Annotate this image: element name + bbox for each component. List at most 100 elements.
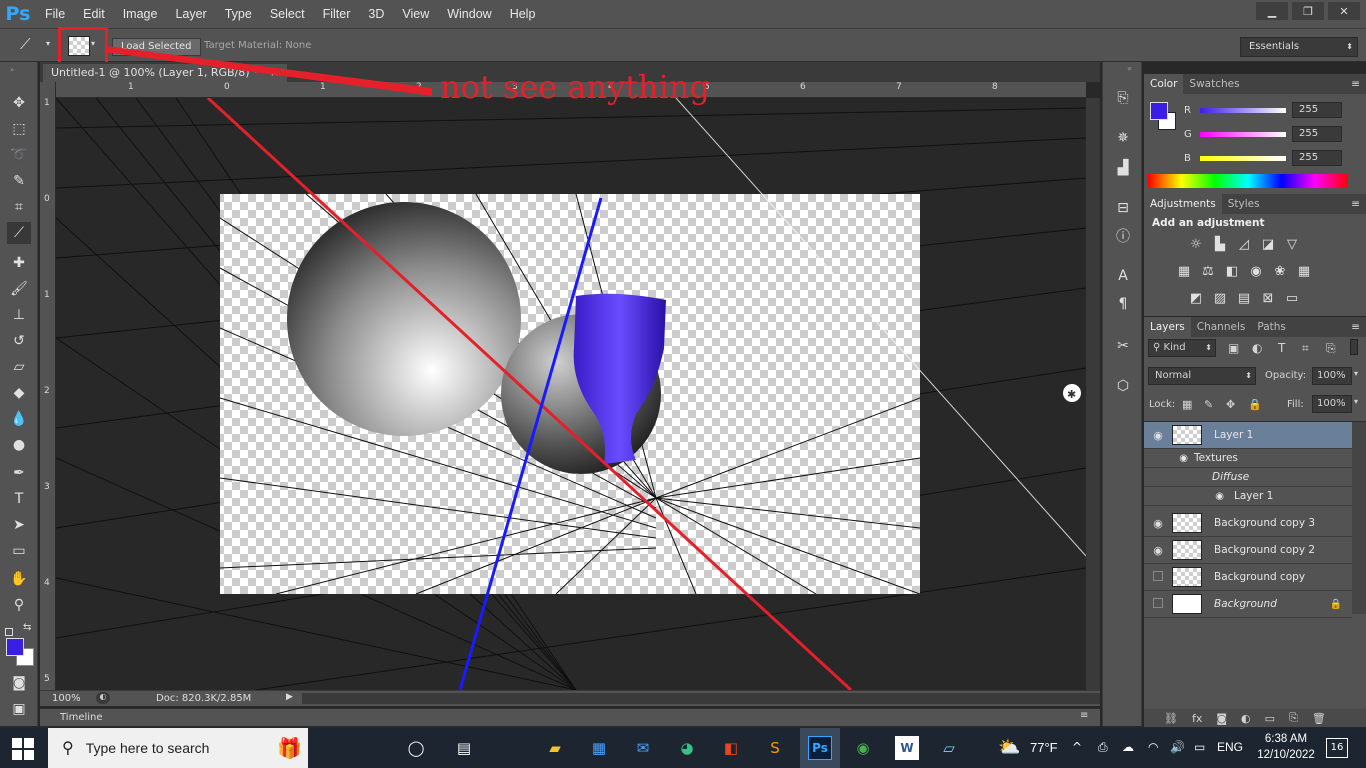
volume-icon[interactable]: 🔊	[1170, 740, 1185, 754]
link-layers-icon[interactable]: ⛓	[1164, 712, 1178, 725]
fx-icon[interactable]: fx	[1192, 712, 1202, 725]
clock[interactable]: 6:38 AM 12/10/2022	[1256, 731, 1316, 763]
3d-object-icon[interactable]: ⬡	[1113, 376, 1133, 396]
file-explorer-icon[interactable]: ▰	[543, 736, 567, 760]
tool-presets-icon[interactable]: ✂	[1113, 336, 1133, 356]
layer-name[interactable]: Background copy 2	[1214, 544, 1315, 556]
channel-mixer-icon[interactable]: ❀	[1270, 262, 1290, 280]
filter-toggle[interactable]	[1350, 339, 1358, 355]
smart-object-filter-icon[interactable]: ⎘	[1326, 341, 1336, 356]
layers-scrollbar[interactable]	[1352, 422, 1366, 614]
paragraph-icon[interactable]: ¶	[1113, 294, 1133, 314]
eye-icon[interactable]: ◉	[1144, 491, 1224, 502]
tab-adjustments[interactable]: Adjustments	[1144, 194, 1222, 214]
layer-row[interactable]: ◉ Background copy 3	[1144, 510, 1352, 537]
layer-name[interactable]: Background copy	[1214, 571, 1305, 583]
tab-swatches[interactable]: Swatches	[1183, 74, 1245, 94]
taskbar-search[interactable]: ⚲ Type here to search 🎁	[48, 728, 308, 768]
wifi-icon[interactable]: ◠	[1148, 740, 1158, 754]
layer-row[interactable]: ◉ Textures	[1144, 449, 1352, 468]
red-slider[interactable]	[1200, 107, 1286, 113]
task-view-icon[interactable]: ◯	[404, 736, 428, 760]
3d-panel-icon[interactable]: ✵	[1113, 128, 1133, 148]
photo-filter-icon[interactable]: ◉	[1246, 262, 1266, 280]
eye-icon[interactable]: ◉	[1144, 453, 1188, 464]
lock-all-icon[interactable]: 🔒	[1248, 398, 1262, 411]
brightness-contrast-icon[interactable]: ☼	[1186, 235, 1206, 253]
notifications-icon[interactable]: 16	[1326, 738, 1348, 758]
green-value[interactable]: 255	[1292, 126, 1342, 142]
threshold-icon[interactable]: ▤	[1234, 289, 1254, 307]
type-filter-icon[interactable]: T	[1278, 341, 1285, 355]
vibrance-icon[interactable]: ▽	[1282, 235, 1302, 253]
microsoft-store-icon[interactable]: ▦	[587, 736, 611, 760]
horizontal-scrollbar[interactable]	[302, 693, 1100, 704]
eye-icon[interactable]: ◉	[1144, 429, 1172, 442]
sticky-app-icon[interactable]: ▱	[937, 736, 961, 760]
eye-icon[interactable]: ◉	[1144, 517, 1172, 530]
visibility-toggle[interactable]	[1144, 570, 1172, 584]
history-icon[interactable]: ⎘	[1113, 88, 1133, 108]
layer-name[interactable]: Layer 1	[1214, 429, 1253, 441]
black-white-icon[interactable]: ◧	[1222, 262, 1242, 280]
status-info-icon[interactable]: ◐	[96, 692, 110, 704]
character-icon[interactable]: A	[1113, 266, 1133, 286]
tab-paths[interactable]: Paths	[1251, 317, 1292, 337]
blue-value[interactable]: 255	[1292, 150, 1342, 166]
zoom-level[interactable]: 100%	[52, 693, 81, 704]
office-icon[interactable]: ◧	[719, 736, 743, 760]
eye-icon[interactable]: ◉	[1144, 544, 1172, 557]
opacity-dropdown-icon[interactable]: ▾	[1354, 369, 1358, 378]
add-mask-icon[interactable]: ◙	[1216, 712, 1227, 725]
tab-styles[interactable]: Styles	[1222, 194, 1266, 214]
layer-name[interactable]: Background copy 3	[1214, 517, 1315, 529]
collapse-arrows-icon[interactable]: «	[1127, 64, 1132, 73]
battery-icon[interactable]: ▭	[1194, 740, 1205, 754]
lock-position-icon[interactable]: ✥	[1226, 398, 1235, 411]
widgets-icon[interactable]: ▤	[452, 736, 476, 760]
tab-layers[interactable]: Layers	[1144, 317, 1191, 337]
layer-row[interactable]: ◉ Background copy 2	[1144, 537, 1352, 564]
tab-channels[interactable]: Channels	[1191, 317, 1252, 337]
chevron-up-icon[interactable]: ^	[1072, 740, 1082, 754]
edge-icon[interactable]: ◕	[675, 736, 699, 760]
layer-row[interactable]: ◉ Layer 1	[1144, 487, 1352, 506]
blue-slider[interactable]	[1200, 155, 1286, 161]
layer-row[interactable]: Background copy	[1144, 564, 1352, 591]
visibility-toggle[interactable]	[1144, 597, 1172, 611]
opacity-input[interactable]: 100%	[1312, 367, 1352, 385]
layer-filter-select[interactable]: ⚲ Kind ⬍	[1148, 339, 1216, 357]
exposure-icon[interactable]: ◪	[1258, 235, 1278, 253]
properties-icon[interactable]: ⊟	[1113, 198, 1133, 218]
weather-icon[interactable]: ⛅	[998, 737, 1020, 758]
lock-pixels-icon[interactable]: ✎	[1204, 398, 1213, 411]
panel-menu-icon[interactable]: ≡	[1080, 710, 1088, 721]
curves-icon[interactable]: ◿	[1234, 235, 1254, 253]
histogram-icon[interactable]: ▟	[1113, 158, 1133, 178]
layer-row[interactable]: Background 🔒	[1144, 591, 1352, 618]
green-slider[interactable]	[1200, 131, 1286, 137]
posterize-icon[interactable]: ▨	[1210, 289, 1230, 307]
invert-icon[interactable]: ◩	[1186, 289, 1206, 307]
blend-mode-select[interactable]: Normal ⬍	[1148, 367, 1256, 385]
sublime-icon[interactable]: S	[763, 736, 787, 760]
foreground-color-swatch[interactable]	[1150, 102, 1168, 120]
pixel-filter-icon[interactable]: ▣	[1228, 341, 1239, 355]
word-icon[interactable]: W	[895, 736, 919, 760]
vertical-scrollbar[interactable]	[1086, 98, 1100, 690]
hue-saturation-icon[interactable]: ▦	[1174, 262, 1194, 280]
layer-name[interactable]: Background	[1214, 598, 1277, 610]
selective-color-icon[interactable]: ⊠	[1258, 289, 1278, 307]
red-value[interactable]: 255	[1292, 102, 1342, 118]
status-menu-arrow-icon[interactable]: ▶	[286, 692, 293, 702]
shape-filter-icon[interactable]: ⌗	[1302, 341, 1309, 356]
onedrive-error-icon[interactable]: ☁	[1122, 740, 1134, 754]
fill-input[interactable]: 100%	[1312, 395, 1352, 413]
gradient-map-icon[interactable]: ▭	[1282, 289, 1302, 307]
meet-now-icon[interactable]: ⎙	[1098, 740, 1108, 755]
color-ramp[interactable]	[1148, 174, 1348, 188]
panel-menu-icon[interactable]: ≡	[1351, 78, 1366, 90]
chrome-icon[interactable]: ◉	[851, 736, 875, 760]
windows-start-icon[interactable]	[12, 738, 34, 760]
panel-menu-icon[interactable]: ≡	[1351, 321, 1366, 333]
